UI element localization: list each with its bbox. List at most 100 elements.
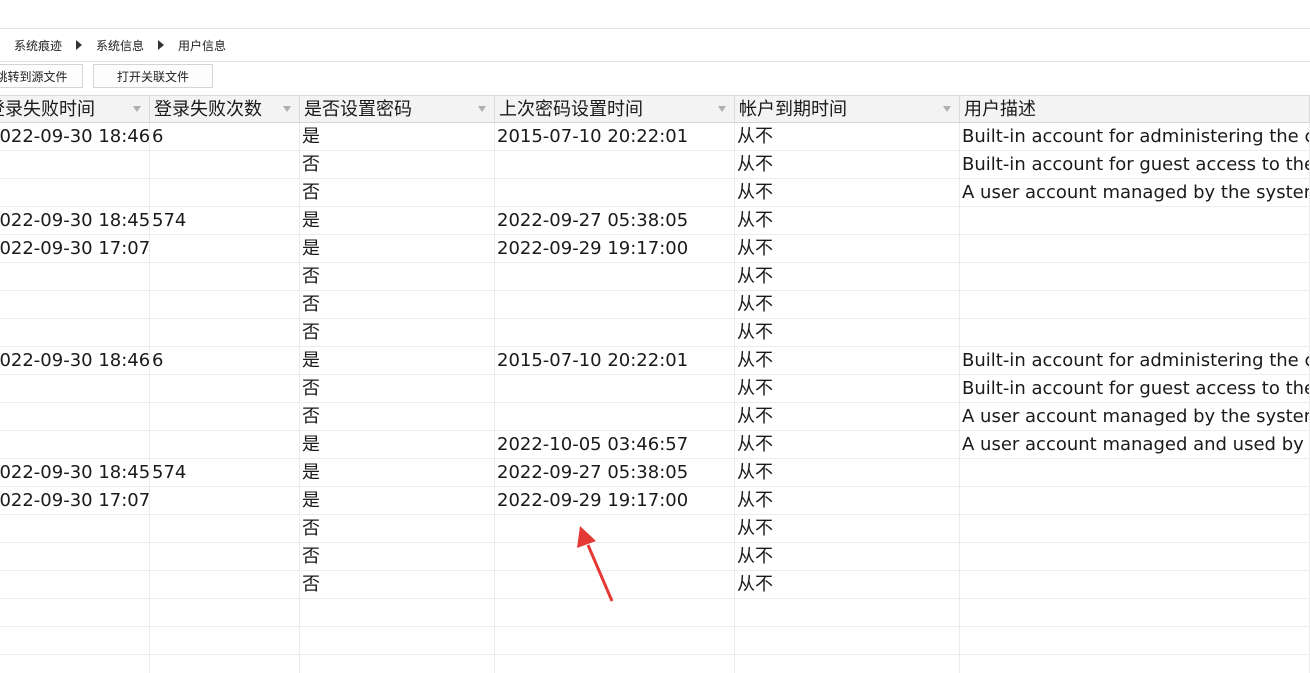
table-row[interactable]: 否 从不 Built-in account for guest access to … [0,151,1310,179]
cell-last-password-set-time [495,319,735,346]
breadcrumb: 系统痕迹 系统信息 用户信息 [0,29,1310,62]
column-header-password-set[interactable]: 是否设置密码 [300,96,495,123]
cell-password-set: 否 [300,571,495,598]
cell-last-password-set-time [495,627,735,654]
cell-failed-login-count: 574 [150,207,300,234]
cell-failed-login-time [0,431,150,458]
cell-user-description [960,515,1310,542]
cell-failed-login-time [0,291,150,318]
table-row[interactable]: 2022-09-30 18:46:186是2015-07-10 20:22:01… [0,123,1310,151]
table-row[interactable]: 2022-09-30 18:45:27574是2022-09-27 05:38:… [0,459,1310,487]
table-row[interactable]: 2022-09-30 18:45:27574是2022-09-27 05:38:… [0,207,1310,235]
cell-user-description: A user account managed by the system. [960,403,1310,430]
table-row[interactable] [0,627,1310,655]
filter-icon[interactable] [283,106,291,112]
cell-failed-login-count [150,431,300,458]
cell-account-expiry: 从不 [735,235,960,262]
cell-failed-login-time [0,179,150,206]
cell-failed-login-time [0,599,150,626]
filter-icon[interactable] [718,106,726,112]
cell-account-expiry: 从不 [735,515,960,542]
cell-failed-login-time: 2022-09-30 18:45:27 [0,207,150,234]
cell-password-set: 否 [300,319,495,346]
cell-password-set: 否 [300,263,495,290]
column-header-failed-login-count[interactable]: 登录失败次数 [150,96,300,123]
cell-last-password-set-time [495,599,735,626]
cell-user-description: A user account managed and used by the s… [960,431,1310,458]
filter-icon[interactable] [133,106,141,112]
cell-last-password-set-time [495,291,735,318]
column-header-failed-login-time[interactable]: 登录失败时间 [0,96,150,123]
cell-account-expiry [735,655,960,673]
breadcrumb-item-traces[interactable]: 系统痕迹 [14,37,62,54]
cell-user-description [960,207,1310,234]
cell-user-description: A user account managed by the system. [960,179,1310,206]
breadcrumb-item-system-info[interactable]: 系统信息 [96,37,144,54]
user-info-table: 登录失败时间 登录失败次数 是否设置密码 上次密码设置时间 帐户到期时间 用户描述 202… [0,95,1310,673]
table-row[interactable]: 否 从不 [0,515,1310,543]
cell-user-description [960,543,1310,570]
cell-user-description [960,599,1310,626]
breadcrumb-item-user-info[interactable]: 用户信息 [178,37,226,54]
cell-failed-login-count [150,291,300,318]
cell-failed-login-count [150,319,300,346]
cell-failed-login-count [150,655,300,673]
column-header-user-description[interactable]: 用户描述 [960,96,1310,123]
breadcrumb-separator-icon [76,40,83,50]
cell-user-description [960,655,1310,673]
goto-source-file-button[interactable]: 跳转到源文件 [0,64,83,88]
table-row[interactable]: 2022-09-30 18:46:186是2015-07-10 20:22:01… [0,347,1310,375]
cell-failed-login-count: 6 [150,123,300,150]
cell-user-description: Built-in account for guest access to the… [960,151,1310,178]
cell-password-set: 否 [300,543,495,570]
table-row[interactable]: 否 从不 [0,291,1310,319]
top-bar [0,0,1310,29]
cell-account-expiry: 从不 [735,403,960,430]
cell-account-expiry: 从不 [735,179,960,206]
cell-user-description [960,487,1310,514]
table-row[interactable] [0,655,1310,673]
cell-user-description [960,319,1310,346]
cell-user-description: Built-in account for administering the c… [960,123,1310,150]
table-header: 登录失败时间 登录失败次数 是否设置密码 上次密码设置时间 帐户到期时间 用户描述 [0,95,1310,123]
cell-password-set: 否 [300,403,495,430]
table-row[interactable]: 否 从不 [0,571,1310,599]
cell-account-expiry: 从不 [735,431,960,458]
column-header-last-password-set-time[interactable]: 上次密码设置时间 [495,96,735,123]
table-row[interactable]: 否 从不 [0,319,1310,347]
cell-failed-login-time: 2022-09-30 18:45:27 [0,459,150,486]
table-row[interactable] [0,599,1310,627]
cell-account-expiry: 从不 [735,487,960,514]
cell-failed-login-count [150,627,300,654]
cell-failed-login-count [150,403,300,430]
cell-user-description [960,291,1310,318]
column-header-account-expiry[interactable]: 帐户到期时间 [735,96,960,123]
table-row[interactable]: 2022-09-30 17:07:19 是2022-09-29 19:17:00从… [0,235,1310,263]
filter-icon[interactable] [478,106,486,112]
filter-icon[interactable] [943,106,951,112]
table-row[interactable]: 否 从不 [0,543,1310,571]
open-related-file-button[interactable]: 打开关联文件 [93,64,213,88]
column-header-label: 用户描述 [964,99,1036,120]
column-header-label: 登录失败时间 [0,99,95,120]
cell-account-expiry: 从不 [735,207,960,234]
cell-failed-login-time: 2022-09-30 17:07:19 [0,487,150,514]
cell-user-description: Built-in account for guest access to the… [960,375,1310,402]
cell-password-set: 是 [300,459,495,486]
table-row[interactable]: 否 从不 [0,263,1310,291]
cell-account-expiry: 从不 [735,543,960,570]
cell-account-expiry: 从不 [735,319,960,346]
cell-account-expiry: 从不 [735,459,960,486]
table-row[interactable]: 是 2022-10-05 03:46:57 从不 A user account man… [0,431,1310,459]
cell-password-set: 是 [300,123,495,150]
cell-failed-login-time: 2022-09-30 18:46:18 [0,123,150,150]
table-row[interactable]: 否 从不 A user account managed by the system. [0,403,1310,431]
cell-failed-login-count [150,571,300,598]
table-row[interactable]: 否 从不 Built-in account for guest access to … [0,375,1310,403]
table-row[interactable]: 2022-09-30 17:07:19 是2022-09-29 19:17:00从… [0,487,1310,515]
breadcrumb-separator-icon [158,40,165,50]
table-row[interactable]: 否 从不 A user account managed by the system. [0,179,1310,207]
cell-failed-login-count [150,487,300,514]
cell-failed-login-time [0,627,150,654]
cell-password-set: 是 [300,235,495,262]
